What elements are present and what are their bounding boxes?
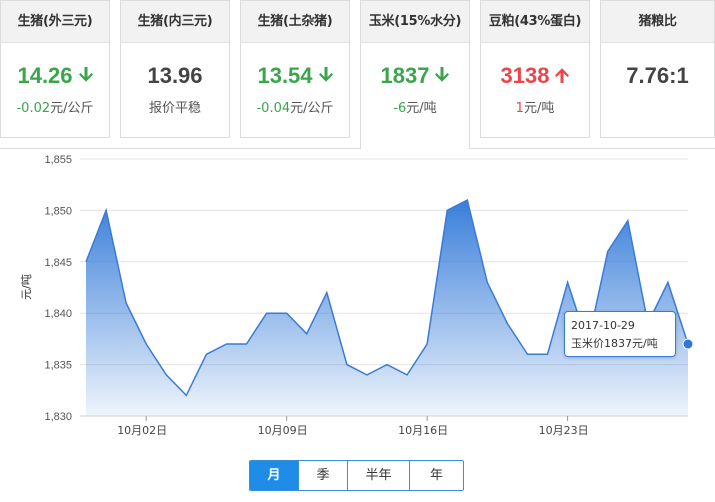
- arrow-up-icon: [555, 68, 570, 83]
- price-chart: 1,830 1,835 1,840 1,845 1,850 1,855 元/吨 10月02日 1…: [20, 154, 694, 437]
- card-value: 3138: [500, 63, 550, 88]
- card-value-row: 13.96: [121, 63, 229, 89]
- card-hog-inner[interactable]: 生猪(内三元) 13.96 报价平稳: [120, 0, 230, 138]
- arrow-down-icon: [435, 67, 450, 82]
- y-tick-label: 1,840: [44, 308, 72, 320]
- period-switcher: 月 季 半年 年: [249, 460, 464, 491]
- card-value: 13.54: [257, 63, 313, 88]
- card-value: 7.76:1: [626, 63, 689, 88]
- period-month-button[interactable]: 月: [250, 461, 299, 490]
- card-change-value: -0.04: [256, 101, 291, 116]
- price-area: [86, 200, 688, 416]
- x-tick-label: 10月02日: [117, 424, 167, 437]
- card-corn[interactable]: 玉米(15%水分) 1837 -6元/吨: [360, 0, 470, 149]
- card-title: 生猪(内三元): [121, 1, 229, 43]
- period-quarter-button[interactable]: 季: [299, 461, 348, 490]
- tooltip-text: 玉米价1837元/吨: [571, 337, 658, 350]
- card-change-value: 1: [515, 101, 524, 116]
- card-value: 13.96: [147, 63, 203, 88]
- card-change-unit: 报价平稳: [148, 101, 201, 116]
- chart-panel: 1,830 1,835 1,840 1,845 1,850 1,855 元/吨 10月02日 1…: [0, 148, 715, 441]
- card-title: 豆粕(43%蛋白): [481, 1, 589, 43]
- card-value-row: 3138: [481, 63, 589, 89]
- card-change-unit: 元/吨: [406, 101, 437, 116]
- hover-point: [682, 338, 694, 350]
- market-cards: 生猪(外三元) 14.26 -0.02元/公斤 生猪(内三元) 13.96 报价平稳 生猪(…: [0, 0, 715, 149]
- card-change-unit: 元/公斤: [290, 101, 334, 116]
- period-half-year-button[interactable]: 半年: [348, 461, 410, 490]
- period-year-button[interactable]: 年: [410, 461, 463, 490]
- card-title: 玉米(15%水分): [361, 1, 469, 43]
- card-title: 猪粮比: [601, 1, 714, 43]
- y-tick-label: 1,830: [44, 411, 72, 423]
- card-value-row: 13.54: [241, 63, 349, 89]
- y-axis-label: 元/吨: [20, 274, 33, 300]
- x-tick-label: 10月23日: [539, 424, 589, 437]
- y-tick-label: 1,850: [44, 205, 72, 217]
- card-hog-native[interactable]: 生猪(土杂猪) 13.54 -0.04元/公斤: [240, 0, 350, 138]
- card-change: 1元/吨: [481, 97, 589, 116]
- x-tick-label: 10月09日: [258, 424, 308, 437]
- card-change-value: -0.02: [16, 101, 51, 116]
- x-tick-label: 10月16日: [398, 424, 448, 437]
- card-change: -6元/吨: [361, 97, 469, 116]
- card-value-row: 14.26: [1, 63, 109, 89]
- card-change: -0.02元/公斤: [1, 97, 109, 116]
- card-value-row: 1837: [361, 63, 469, 89]
- card-change-value: -6: [393, 101, 407, 116]
- card-change-unit: 元/吨: [523, 101, 555, 116]
- card-value: 1837: [380, 63, 430, 88]
- card-change: 报价平稳: [121, 97, 229, 116]
- card-change: -0.04元/公斤: [241, 97, 349, 116]
- card-title: 生猪(外三元): [1, 1, 109, 43]
- card-value: 14.26: [17, 63, 73, 88]
- card-hog-grain-ratio[interactable]: 猪粮比 7.76:1: [600, 0, 715, 138]
- y-tick-label: 1,845: [44, 257, 72, 269]
- card-change-unit: 元/公斤: [50, 101, 94, 116]
- card-value-row: 7.76:1: [601, 63, 714, 89]
- arrow-down-icon: [318, 67, 333, 82]
- card-soymeal[interactable]: 豆粕(43%蛋白) 3138 1元/吨: [480, 0, 590, 138]
- card-hog-outer[interactable]: 生猪(外三元) 14.26 -0.02元/公斤: [0, 0, 110, 138]
- chart-tooltip: 2017-10-29 玉米价1837元/吨: [564, 311, 676, 357]
- tooltip-date: 2017-10-29: [571, 319, 635, 332]
- card-title: 生猪(土杂猪): [241, 1, 349, 43]
- y-tick-label: 1,855: [44, 154, 72, 166]
- arrow-down-icon: [78, 67, 93, 82]
- y-tick-label: 1,835: [44, 360, 72, 372]
